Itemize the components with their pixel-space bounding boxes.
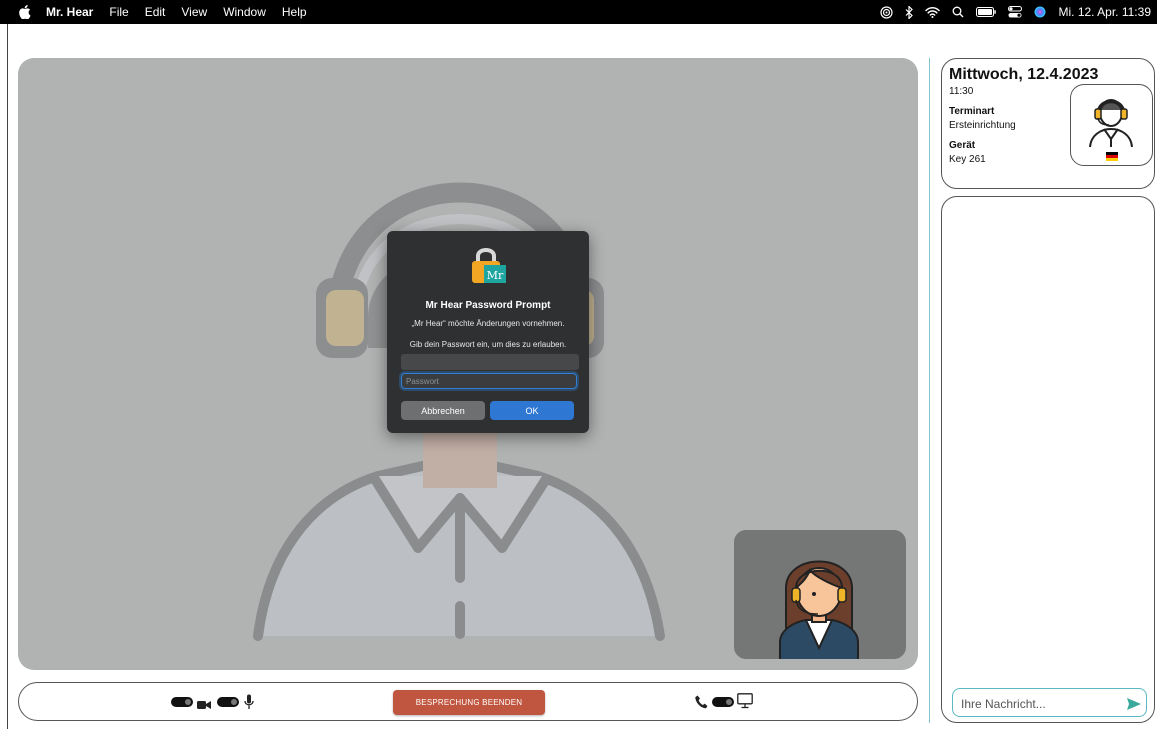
password-prompt-dialog: Mr Mr Hear Password Prompt „Mr Hear“ möc… [387, 231, 589, 433]
dialog-title: Mr Hear Password Prompt [425, 300, 551, 311]
microphone-icon [244, 694, 254, 715]
wifi-icon[interactable] [925, 6, 941, 18]
german-flag-icon [1106, 152, 1118, 161]
siri-icon[interactable] [1034, 6, 1046, 18]
appointment-type-value: Ersteinrichtung [949, 120, 1016, 131]
apple-icon[interactable] [18, 5, 32, 19]
username-field[interactable] [401, 354, 579, 370]
appointment-card: Mittwoch, 12.4.2023 11:30 Terminart Erst… [941, 58, 1155, 189]
device-value: Key 261 [949, 154, 986, 165]
dialog-instruction: Gib dein Passwort ein, um dies zu erlaub… [409, 340, 567, 349]
phone-toggle[interactable] [712, 697, 734, 707]
microphone-toggle[interactable] [217, 697, 239, 707]
control-center-icon[interactable] [1008, 6, 1023, 18]
lock-app-icon: Mr [472, 245, 508, 285]
menubar-clock[interactable]: Mi. 12. Apr. 11:39 [1058, 5, 1151, 19]
app-name-menu[interactable]: Mr. Hear [46, 5, 93, 19]
chat-panel [941, 196, 1155, 723]
local-participant-avatar [779, 560, 859, 659]
chat-message-input[interactable] [959, 694, 1123, 714]
battery-icon[interactable] [976, 7, 997, 17]
menu-file[interactable]: File [109, 5, 128, 19]
end-meeting-button[interactable]: BESPRECHUNG BEENDEN [393, 690, 545, 715]
spotlight-search-icon[interactable] [952, 6, 964, 18]
menu-window[interactable]: Window [223, 5, 266, 19]
menu-view[interactable]: View [181, 5, 207, 19]
camera-icon [197, 697, 211, 715]
appointment-type-label: Terminart [949, 106, 995, 117]
appointment-time: 11:30 [949, 86, 974, 97]
cancel-button[interactable]: Abbrechen [401, 401, 485, 420]
lock-icon-label: Mr [487, 269, 504, 282]
agent-card [1070, 84, 1153, 166]
self-video-view [734, 530, 906, 659]
menu-help[interactable]: Help [282, 5, 307, 19]
send-icon[interactable] [1126, 696, 1142, 712]
phone-icon [695, 695, 708, 714]
screen-share-icon[interactable] [737, 693, 753, 714]
airdrop-icon[interactable] [880, 5, 894, 19]
password-field[interactable] [401, 373, 577, 389]
menu-edit[interactable]: Edit [145, 5, 166, 19]
device-label: Gerät [949, 140, 976, 151]
ok-button[interactable]: OK [490, 401, 574, 420]
dialog-message: „Mr Hear“ möchte Änderungen vornehmen. [411, 319, 565, 328]
camera-toggle[interactable] [171, 697, 193, 707]
window-left-edge [7, 24, 8, 729]
chat-input-container [952, 688, 1147, 717]
appointment-date: Mittwoch, 12.4.2023 [949, 66, 1099, 83]
bluetooth-icon[interactable] [905, 5, 914, 19]
panel-divider [929, 58, 930, 723]
status-area: Mi. 12. Apr. 11:39 [880, 0, 1151, 24]
menu-bar: Mr. Hear File Edit View Window Help Mi. … [0, 0, 1157, 24]
call-control-bar: BESPRECHUNG BEENDEN [18, 682, 918, 721]
